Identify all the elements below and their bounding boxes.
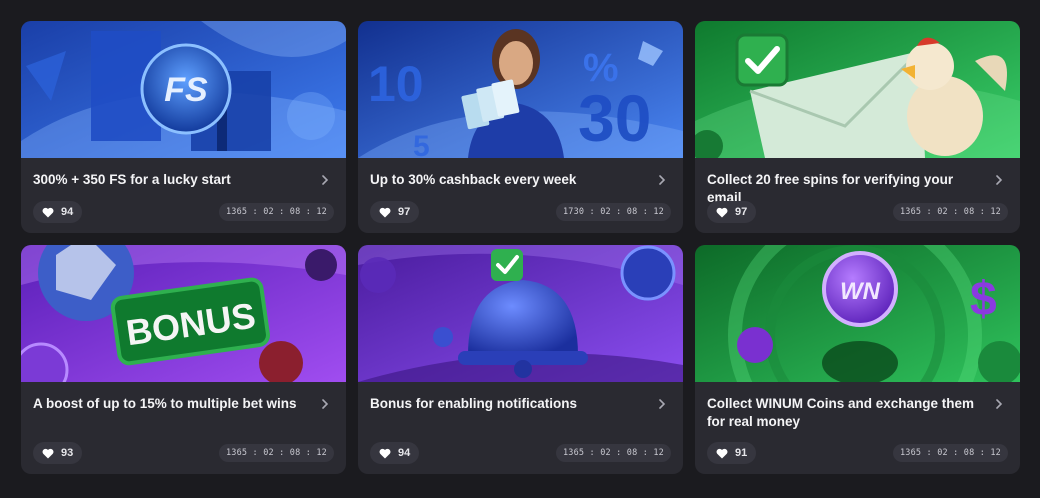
promo-meta: 93 1365 : 02 : 08 : 12: [33, 442, 334, 464]
promo-meta: 97 1730 : 02 : 08 : 12: [370, 201, 671, 223]
chevron-right-icon[interactable]: [316, 395, 334, 413]
heart-icon: [379, 207, 391, 218]
like-count: 93: [61, 447, 74, 459]
promo-title: A boost of up to 15% to multiple bet win…: [33, 396, 297, 411]
heart-icon: [716, 448, 728, 459]
heart-icon: [716, 207, 728, 218]
promo-banner-image: 10 5 30 %: [358, 21, 683, 158]
promo-banner-image: [695, 21, 1020, 158]
promo-banner-image: FS: [21, 21, 346, 158]
promo-card-body: Up to 30% cashback every week: [358, 158, 683, 189]
promo-card-multibet-boost[interactable]: BONUS A boost of up to 15% to multiple b…: [21, 245, 346, 474]
promo-title: Bonus for enabling notifications: [370, 396, 577, 411]
svg-text:WN: WN: [840, 278, 881, 305]
countdown-timer: 1365 : 02 : 08 : 12: [555, 444, 671, 462]
countdown-timer: 1730 : 02 : 08 : 12: [555, 203, 671, 221]
promo-card-notifications[interactable]: Bonus for enabling notifications 94 1365…: [358, 245, 683, 474]
like-button[interactable]: 94: [370, 442, 420, 464]
svg-text:$: $: [970, 273, 997, 326]
promo-meta: 91 1365 : 02 : 08 : 12: [707, 442, 1008, 464]
promo-card-body: Collect WINUM Coins and exchange them fo…: [695, 382, 1020, 431]
heart-icon: [379, 448, 391, 459]
promo-title: Up to 30% cashback every week: [370, 172, 577, 187]
heart-icon: [42, 448, 54, 459]
promo-banner-label: 30: [578, 81, 651, 155]
promo-banner-label: FS: [164, 71, 208, 109]
promo-card-body: A boost of up to 15% to multiple bet win…: [21, 382, 346, 431]
like-count: 91: [735, 447, 748, 459]
countdown-timer: 1365 : 02 : 08 : 12: [892, 444, 1008, 462]
promo-card-email-verify[interactable]: Collect 20 free spins for verifying your…: [695, 21, 1020, 233]
like-count: 94: [61, 206, 74, 218]
chevron-right-icon[interactable]: [990, 395, 1008, 413]
promo-meta: 94 1365 : 02 : 08 : 12: [370, 442, 671, 464]
promo-meta: 97 1365 : 02 : 08 : 12: [707, 201, 1008, 223]
promo-banner-image: BONUS: [21, 245, 346, 382]
promo-meta: 94 1365 : 02 : 08 : 12: [33, 201, 334, 223]
like-count: 94: [398, 447, 411, 459]
promo-card-winum-coins[interactable]: WN $ Collect WINUM Coins and exchange th…: [695, 245, 1020, 474]
promo-card-body: Collect 20 free spins for verifying your…: [695, 158, 1020, 207]
like-button[interactable]: 97: [370, 201, 420, 223]
promo-card-cashback[interactable]: 10 5 30 % Up to 30% cashback every week: [358, 21, 683, 233]
like-button[interactable]: 93: [33, 442, 83, 464]
countdown-timer: 1365 : 02 : 08 : 12: [218, 444, 334, 462]
svg-text:5: 5: [413, 130, 430, 158]
chevron-right-icon[interactable]: [316, 171, 334, 189]
like-button[interactable]: 97: [707, 201, 757, 223]
chevron-right-icon[interactable]: [653, 395, 671, 413]
heart-icon: [42, 207, 54, 218]
chevron-right-icon[interactable]: [653, 171, 671, 189]
promo-title: Collect WINUM Coins and exchange them fo…: [707, 396, 975, 429]
svg-text:10: 10: [368, 56, 424, 112]
countdown-timer: 1365 : 02 : 08 : 12: [218, 203, 334, 221]
promo-card-welcome[interactable]: FS 300% + 350 FS for a lucky start 94 13…: [21, 21, 346, 233]
chevron-right-icon[interactable]: [990, 171, 1008, 189]
like-count: 97: [398, 206, 411, 218]
promo-banner-image: [358, 245, 683, 382]
promo-card-body: 300% + 350 FS for a lucky start: [21, 158, 346, 189]
promo-card-body: Bonus for enabling notifications: [358, 382, 683, 431]
like-count: 97: [735, 206, 748, 218]
promo-title: 300% + 350 FS for a lucky start: [33, 172, 231, 187]
promo-banner-image: WN $: [695, 245, 1020, 382]
like-button[interactable]: 94: [33, 201, 83, 223]
countdown-timer: 1365 : 02 : 08 : 12: [892, 203, 1008, 221]
svg-text:%: %: [583, 46, 619, 90]
promotions-grid: FS 300% + 350 FS for a lucky start 94 13…: [21, 21, 1020, 474]
like-button[interactable]: 91: [707, 442, 757, 464]
